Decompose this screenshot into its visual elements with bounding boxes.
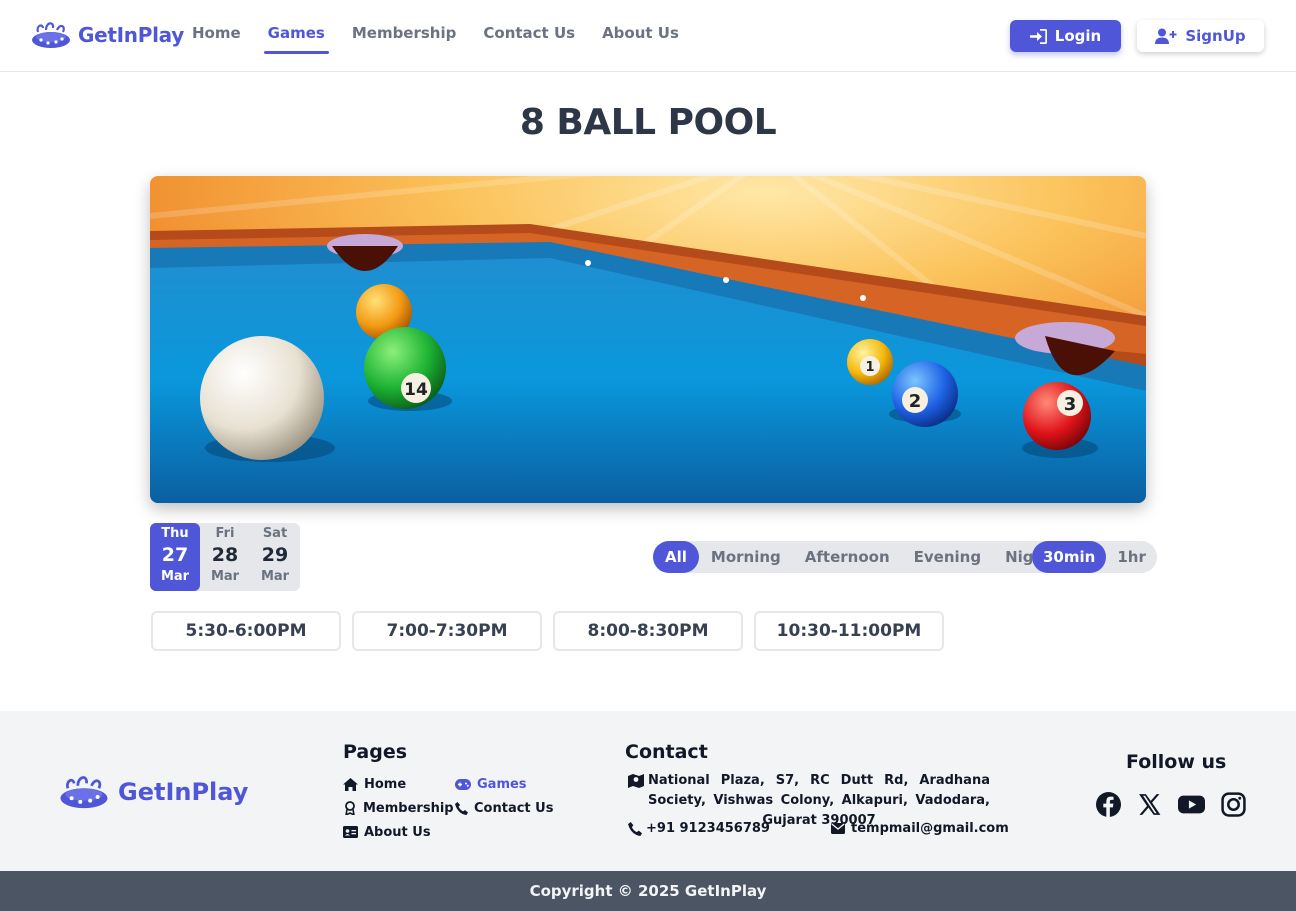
contact-email[interactable]: tempmail@gmail.com xyxy=(831,821,1009,836)
nav-links: Home Games Membership Contact Us About U… xyxy=(192,24,706,54)
date-number: 28 xyxy=(211,544,239,566)
contact-heading: Contact xyxy=(625,741,708,763)
social-links xyxy=(1096,792,1246,817)
brand-name: GetInPlay xyxy=(78,23,184,47)
award-icon xyxy=(345,801,355,815)
pages-heading: Pages xyxy=(343,741,408,763)
footer-logo[interactable]: GetInPlay xyxy=(58,773,248,811)
login-label: Login xyxy=(1054,27,1102,45)
nav-home[interactable]: Home xyxy=(192,24,241,42)
time-slot-button[interactable]: 5:30-6:00PM xyxy=(151,611,341,651)
duration-30min[interactable]: 30min xyxy=(1032,541,1107,573)
game-banner-image: 14 1 2 3 xyxy=(150,176,1146,503)
svg-text:1: 1 xyxy=(865,360,874,375)
envelope-icon xyxy=(831,823,845,834)
instagram-icon[interactable] xyxy=(1221,792,1246,817)
date-selector: Thu 27 Mar Fri 28 Mar Sat 29 Mar xyxy=(150,523,300,591)
filter-afternoon[interactable]: Afternoon xyxy=(793,541,902,573)
phone-icon xyxy=(455,801,468,815)
svg-text:14: 14 xyxy=(404,380,428,400)
date-option[interactable]: Fri 28 Mar xyxy=(200,523,250,591)
youtube-icon[interactable] xyxy=(1178,792,1205,817)
follow-heading: Follow us xyxy=(1126,751,1227,773)
user-plus-icon xyxy=(1155,28,1177,44)
page-title: 8 BALL POOL xyxy=(519,102,777,143)
footer-brand-name: GetInPlay xyxy=(118,778,249,806)
footer-link-membership[interactable]: Membership xyxy=(343,799,455,817)
time-of-day-filter: All Morning Afternoon Evening Night xyxy=(653,541,1064,573)
date-month: Mar xyxy=(210,569,240,584)
date-number: 29 xyxy=(261,544,289,566)
footer-link-contact-us[interactable]: Contact Us xyxy=(455,799,555,817)
footer-link-label: Home xyxy=(364,776,407,792)
nav-about-us[interactable]: About Us xyxy=(602,24,679,42)
x-icon[interactable] xyxy=(1137,792,1162,817)
duration-filter: 30min 1hr xyxy=(1032,541,1157,573)
login-icon xyxy=(1029,28,1047,44)
time-slot-button[interactable]: 8:00-8:30PM xyxy=(553,611,743,651)
svg-text:3: 3 xyxy=(1064,394,1077,415)
phone-text: +91 9123456789 xyxy=(646,821,770,836)
signup-button[interactable]: SignUp xyxy=(1137,20,1264,52)
time-slot-button[interactable]: 10:30-11:00PM xyxy=(754,611,944,651)
nav-membership[interactable]: Membership xyxy=(352,24,457,42)
logo[interactable]: GetInPlay xyxy=(30,20,184,50)
phone-icon xyxy=(628,821,642,836)
footer-link-games[interactable]: Games xyxy=(455,775,555,793)
time-slot-button[interactable]: 7:00-7:30PM xyxy=(352,611,542,651)
logo-icon xyxy=(32,22,70,48)
id-card-icon xyxy=(343,826,358,838)
date-day: Thu xyxy=(161,526,189,541)
filter-evening[interactable]: Evening xyxy=(902,541,993,573)
map-icon xyxy=(628,774,644,788)
logo-icon xyxy=(60,776,108,809)
date-month: Mar xyxy=(260,569,290,584)
date-number: 27 xyxy=(161,544,189,566)
date-month: Mar xyxy=(160,569,190,584)
date-day: Fri xyxy=(215,526,235,541)
date-day: Sat xyxy=(262,526,288,541)
footer-link-label: About Us xyxy=(364,824,431,840)
signup-label: SignUp xyxy=(1185,27,1246,45)
footer-link-label: Contact Us xyxy=(474,800,554,816)
footer-link-home[interactable]: Home xyxy=(343,775,455,793)
svg-text:2: 2 xyxy=(909,391,922,412)
footer-link-label: Membership xyxy=(363,800,454,816)
nav-games[interactable]: Games xyxy=(263,24,330,54)
gamepad-icon xyxy=(455,778,471,790)
date-option[interactable]: Thu 27 Mar xyxy=(150,523,200,591)
contact-phone[interactable]: +91 9123456789 xyxy=(628,821,770,836)
login-button[interactable]: Login xyxy=(1010,20,1121,52)
home-icon xyxy=(343,777,358,791)
copyright-bar: Copyright © 2025 GetInPlay xyxy=(0,871,1296,911)
footer-link-label: Games xyxy=(477,776,527,792)
filter-morning[interactable]: Morning xyxy=(699,541,793,573)
footer-pages: Home Games Membership Contact Us About U… xyxy=(343,775,555,841)
duration-1hr[interactable]: 1hr xyxy=(1106,541,1157,573)
time-slots: 5:30-6:00PM 7:00-7:30PM 8:00-8:30PM 10:3… xyxy=(151,611,944,651)
facebook-icon[interactable] xyxy=(1096,792,1121,817)
footer: GetInPlay Pages Home Games Membership Co… xyxy=(0,711,1296,871)
email-text: tempmail@gmail.com xyxy=(851,821,1009,836)
nav-contact-us[interactable]: Contact Us xyxy=(483,24,575,42)
filter-all[interactable]: All xyxy=(653,541,699,573)
footer-link-about-us[interactable]: About Us xyxy=(343,823,455,841)
date-option[interactable]: Sat 29 Mar xyxy=(250,523,300,591)
navbar: GetInPlay Home Games Membership Contact … xyxy=(0,0,1296,72)
